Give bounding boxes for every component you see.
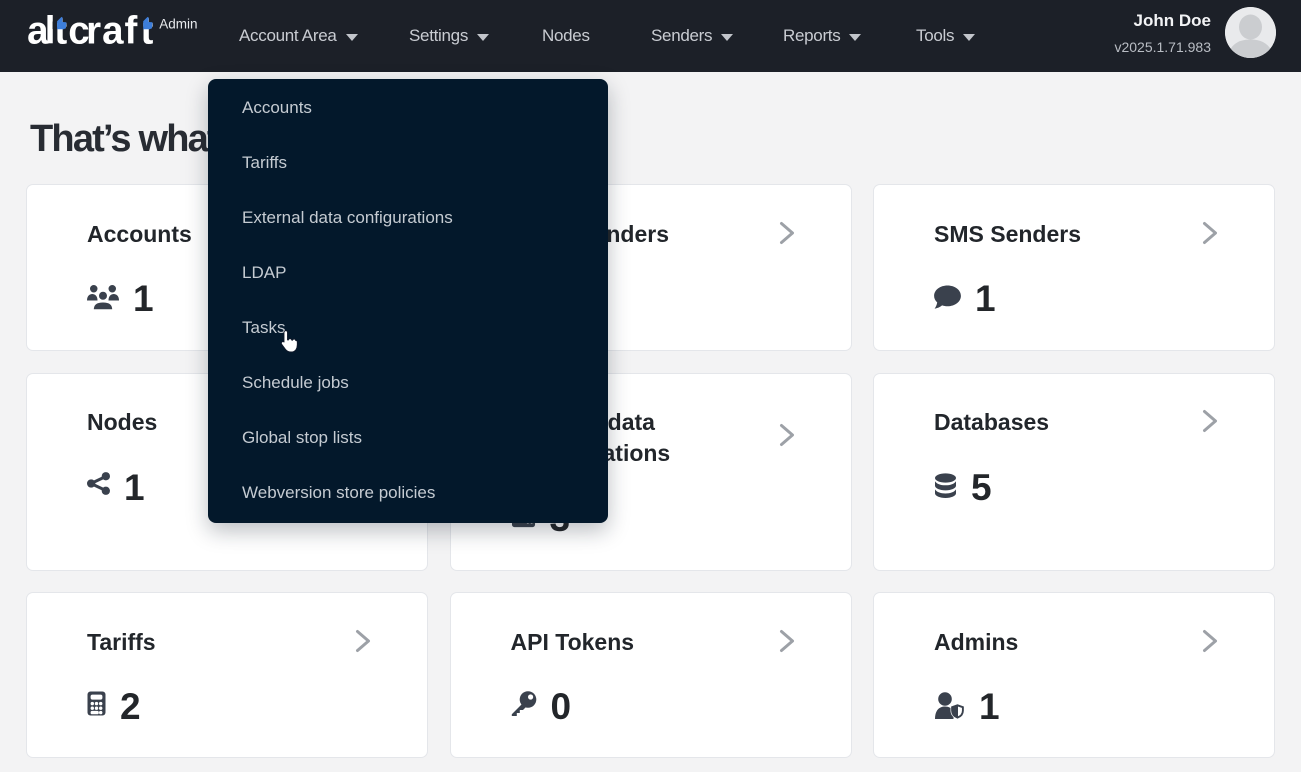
svg-text:Admin: Admin — [159, 17, 197, 32]
svg-text:a: a — [102, 10, 124, 53]
svg-text:r: r — [86, 10, 101, 53]
svg-text:f: f — [124, 10, 137, 53]
